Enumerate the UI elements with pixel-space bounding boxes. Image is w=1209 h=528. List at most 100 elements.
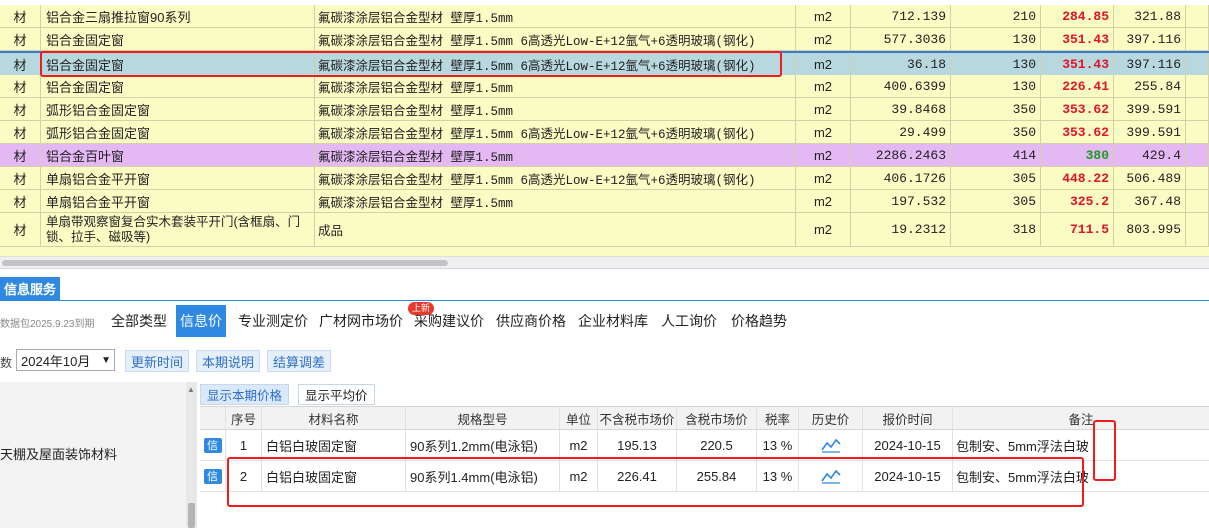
unit-cell[interactable]: m2 xyxy=(796,213,851,246)
spec-cell[interactable]: 氟碳漆涂层铝合金型材 壁厚1.5mm 6高透光Low-E+12氩气+6透明玻璃(… xyxy=(315,28,796,50)
market-cell[interactable]: 397.116 xyxy=(1114,53,1186,75)
price-cell[interactable]: 226.41 xyxy=(1041,75,1114,97)
spec-cell[interactable]: 氟碳漆涂层铝合金型材 壁厚1.5mm xyxy=(315,5,796,27)
name-cell[interactable]: 弧形铝合金固定窗 xyxy=(41,121,315,143)
table-row[interactable]: 材铝合金固定窗 氟碳漆涂层铝合金型材 壁厚1.5mm 6高透光Low-E+12氩气… xyxy=(0,28,1209,51)
tab-manual-inquiry[interactable]: 人工询价 xyxy=(657,305,721,337)
history-cell[interactable] xyxy=(799,461,863,491)
qty-cell[interactable]: 577.3036 xyxy=(851,28,951,50)
name-cell[interactable]: 单扇带观察窗复合实木套装平开门(含框扇、门锁、拉手、磁吸等) xyxy=(41,213,315,246)
trend-chart-icon[interactable] xyxy=(820,437,841,453)
qty-cell[interactable]: 36.18 xyxy=(851,53,951,75)
tax-cell[interactable]: 130 xyxy=(951,75,1041,97)
horizontal-scrollbar-thumb[interactable] xyxy=(2,260,448,266)
qty-cell[interactable]: 39.8468 xyxy=(851,98,951,120)
type-cell[interactable]: 材 xyxy=(0,75,41,97)
market-cell[interactable]: 255.84 xyxy=(1114,75,1186,97)
price-cell[interactable]: 284.85 xyxy=(1041,5,1114,27)
vertical-scrollbar-thumb[interactable] xyxy=(188,503,195,528)
price-cell[interactable]: 711.5 xyxy=(1041,213,1114,246)
unit-cell[interactable]: m2 xyxy=(796,190,851,212)
tab-professional-price[interactable]: 专业测定价 xyxy=(234,305,312,337)
spec-cell[interactable]: 氟碳漆涂层铝合金型材 壁厚1.5mm xyxy=(315,75,796,97)
tax-cell[interactable]: 414 xyxy=(951,144,1041,166)
price-cell[interactable]: 448.22 xyxy=(1041,167,1114,189)
spec-cell[interactable]: 氟碳漆涂层铝合金型材 壁厚1.5mm 6高透光Low-E+12氩气+6透明玻璃(… xyxy=(315,167,796,189)
type-cell[interactable]: 材 xyxy=(0,144,41,166)
market-cell[interactable]: 367.48 xyxy=(1114,190,1186,212)
info-cell[interactable]: 信 xyxy=(200,430,226,460)
market-cell[interactable]: 429.4 xyxy=(1114,144,1186,166)
settle-adjust-button[interactable]: 结算调差 xyxy=(267,350,332,372)
table-row[interactable]: 材单扇铝合金平开窗 氟碳漆涂层铝合金型材 壁厚1.5mm 6高透光Low-E+12… xyxy=(0,167,1209,190)
update-time-button[interactable]: 更新时间 xyxy=(125,350,190,372)
market-cell[interactable]: 399.591 xyxy=(1114,98,1186,120)
tax-cell[interactable]: 130 xyxy=(951,53,1041,75)
type-cell[interactable]: 材 xyxy=(0,190,41,212)
type-cell[interactable]: 材 xyxy=(0,213,41,246)
qty-cell[interactable]: 29.499 xyxy=(851,121,951,143)
spec-cell[interactable]: 氟碳漆涂层铝合金型材 壁厚1.5mm xyxy=(315,190,796,212)
info-service-tab[interactable]: 信息服务 xyxy=(0,277,60,300)
tax-cell[interactable]: 350 xyxy=(951,98,1041,120)
period-select[interactable]: 2024年10月 ▼ xyxy=(16,349,115,371)
market-cell[interactable]: 321.88 xyxy=(1114,5,1186,27)
tax-cell[interactable]: 130 xyxy=(951,28,1041,50)
history-cell[interactable] xyxy=(799,430,863,460)
name-cell[interactable]: 弧形铝合金固定窗 xyxy=(41,98,315,120)
type-cell[interactable]: 材 xyxy=(0,5,41,27)
chevron-up-icon[interactable]: ▲ xyxy=(187,385,195,394)
unit-cell[interactable]: m2 xyxy=(796,75,851,97)
name-cell[interactable]: 铝合金固定窗 xyxy=(41,28,315,50)
tab-current-price[interactable]: 显示本期价格 xyxy=(200,384,290,405)
tree-item[interactable]: 天棚及屋面装饰材料 xyxy=(0,444,117,463)
name-cell[interactable]: 单扇铝合金平开窗 xyxy=(41,167,315,189)
name-cell[interactable]: 单扇铝合金平开窗 xyxy=(41,190,315,212)
tab-enterprise-library[interactable]: 企业材料库 xyxy=(574,305,652,337)
table-row[interactable]: 材铝合金固定窗 氟碳漆涂层铝合金型材 壁厚1.5mm m2 400.6399 130 22… xyxy=(0,75,1209,98)
table-row[interactable]: 材铝合金三扇推拉窗90系列 氟碳漆涂层铝合金型材 壁厚1.5mm m2 712.139… xyxy=(0,5,1209,28)
tax-cell[interactable]: 305 xyxy=(951,167,1041,189)
tab-average-price[interactable]: 显示平均价 xyxy=(298,384,375,405)
spec-cell[interactable]: 氟碳漆涂层铝合金型材 壁厚1.5mm 6高透光Low-E+12氩气+6透明玻璃(… xyxy=(315,53,796,75)
price-cell[interactable]: 353.62 xyxy=(1041,121,1114,143)
tab-market-price[interactable]: 广材网市场价 xyxy=(315,305,407,337)
name-cell[interactable]: 铝合金固定窗 xyxy=(41,53,315,75)
table-row[interactable]: 材单扇铝合金平开窗 氟碳漆涂层铝合金型材 壁厚1.5mm m2 197.532 305 3… xyxy=(0,190,1209,213)
name-cell[interactable]: 铝合金百叶窗 xyxy=(41,144,315,166)
type-cell[interactable]: 材 xyxy=(0,28,41,50)
price-cell[interactable]: 351.43 xyxy=(1041,28,1114,50)
price-cell[interactable]: 325.2 xyxy=(1041,190,1114,212)
info-cell[interactable]: 信 xyxy=(200,461,226,491)
spec-cell[interactable]: 氟碳漆涂层铝合金型材 壁厚1.5mm 6高透光Low-E+12氩气+6透明玻璃(… xyxy=(315,121,796,143)
qty-cell[interactable]: 197.532 xyxy=(851,190,951,212)
type-cell[interactable]: 材 xyxy=(0,53,41,75)
market-cell[interactable]: 399.591 xyxy=(1114,121,1186,143)
spec-cell[interactable]: 氟碳漆涂层铝合金型材 壁厚1.5mm xyxy=(315,98,796,120)
spec-cell[interactable]: 氟碳漆涂层铝合金型材 壁厚1.5mm xyxy=(315,144,796,166)
unit-cell[interactable]: m2 xyxy=(796,5,851,27)
tab-all-types[interactable]: 全部类型 xyxy=(107,305,171,337)
tax-cell[interactable]: 318 xyxy=(951,213,1041,246)
type-cell[interactable]: 材 xyxy=(0,98,41,120)
price-cell[interactable]: 353.62 xyxy=(1041,98,1114,120)
info-icon[interactable]: 信 xyxy=(203,437,222,453)
name-cell[interactable]: 铝合金三扇推拉窗90系列 xyxy=(41,5,315,27)
table-row[interactable]: 材弧形铝合金固定窗 氟碳漆涂层铝合金型材 壁厚1.5mm 6高透光Low-E+12… xyxy=(0,121,1209,144)
tab-supplier-price[interactable]: 供应商价格 xyxy=(492,305,570,337)
vertical-scrollbar[interactable]: ▲ xyxy=(186,382,197,528)
tab-price-trend[interactable]: 价格趋势 xyxy=(727,305,791,337)
unit-cell[interactable]: m2 xyxy=(796,28,851,50)
unit-cell[interactable]: m2 xyxy=(796,98,851,120)
tax-cell[interactable]: 350 xyxy=(951,121,1041,143)
qty-cell[interactable]: 2286.2463 xyxy=(851,144,951,166)
market-cell[interactable]: 803.995 xyxy=(1114,213,1186,246)
period-note-button[interactable]: 本期说明 xyxy=(196,350,261,372)
type-cell[interactable]: 材 xyxy=(0,121,41,143)
type-cell[interactable]: 材 xyxy=(0,167,41,189)
tax-cell[interactable]: 305 xyxy=(951,190,1041,212)
price-cell[interactable]: 380 xyxy=(1041,144,1114,166)
market-cell[interactable]: 506.489 xyxy=(1114,167,1186,189)
info-icon[interactable]: 信 xyxy=(203,468,222,484)
tab-info-price[interactable]: 信息价 xyxy=(176,305,226,337)
